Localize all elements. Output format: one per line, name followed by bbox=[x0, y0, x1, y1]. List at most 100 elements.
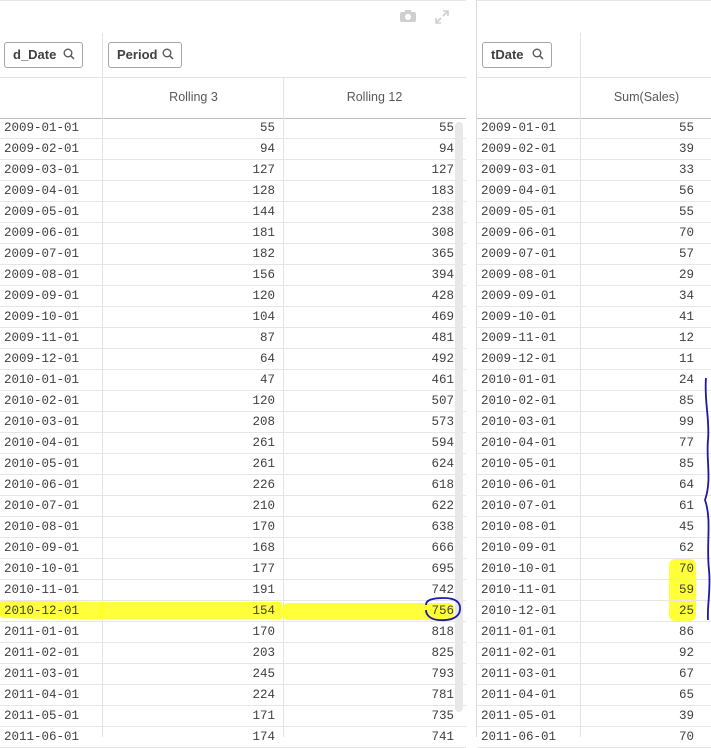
filter-period-button[interactable]: Period bbox=[108, 42, 182, 68]
vertical-scrollbar[interactable] bbox=[455, 122, 463, 712]
rolling-12-cell: 507 bbox=[431, 394, 454, 408]
column-header-rolling-3[interactable]: Rolling 3 bbox=[103, 77, 284, 118]
rolling-12-cell: 492 bbox=[431, 352, 454, 366]
rolling-12-cell: 573 bbox=[431, 415, 454, 429]
table-row[interactable]: 2011-06-01 174 741 bbox=[0, 727, 466, 748]
table-row[interactable]: 2011-05-01 39 bbox=[477, 706, 711, 727]
table-row[interactable]: 2010-07-01 61 bbox=[477, 496, 711, 517]
date-cell: 2011-04-01 bbox=[4, 688, 80, 702]
table-row[interactable]: 2011-01-01 86 bbox=[477, 622, 711, 643]
table-row[interactable]: 2009-06-01 181 308 bbox=[0, 223, 466, 244]
date-cell: 2011-01-01 bbox=[481, 625, 557, 639]
table-row[interactable]: 2010-07-01 210 622 bbox=[0, 496, 466, 517]
table-row[interactable]: 2011-04-01 65 bbox=[477, 685, 711, 706]
table-row[interactable]: 2010-11-01 59 bbox=[477, 580, 711, 601]
table-row[interactable]: 2009-10-01 104 469 bbox=[0, 307, 466, 328]
table-row[interactable]: 2009-09-01 120 428 bbox=[0, 286, 466, 307]
table-row[interactable]: 2010-11-01 191 742 bbox=[0, 580, 466, 601]
date-cell: 2010-03-01 bbox=[481, 415, 557, 429]
table-row[interactable]: 2011-03-01 67 bbox=[477, 664, 711, 685]
table-row[interactable]: 2011-01-01 170 818 bbox=[0, 622, 466, 643]
sum-sales-cell: 39 bbox=[678, 709, 694, 723]
table-row[interactable]: 2009-10-01 41 bbox=[477, 307, 711, 328]
rolling-12-cell: 818 bbox=[431, 625, 454, 639]
table-row[interactable]: 2009-03-01 33 bbox=[477, 160, 711, 181]
table-row[interactable]: 2010-01-01 24 bbox=[477, 370, 711, 391]
table-row[interactable]: 2009-12-01 11 bbox=[477, 349, 711, 370]
table-row[interactable]: 2009-04-01 56 bbox=[477, 181, 711, 202]
sum-sales-cell: 56 bbox=[678, 184, 694, 198]
table-row[interactable]: 2009-11-01 87 481 bbox=[0, 328, 466, 349]
rolling-3-cell: 203 bbox=[252, 646, 275, 660]
rolling-12-cell: 793 bbox=[431, 667, 454, 681]
table-row[interactable]: 2009-12-01 64 492 bbox=[0, 349, 466, 370]
table-row[interactable]: 2010-01-01 47 461 bbox=[0, 370, 466, 391]
table-row[interactable]: 2009-05-01 144 238 bbox=[0, 202, 466, 223]
rolling-12-cell: 781 bbox=[431, 688, 454, 702]
table-row[interactable]: 2010-04-01 77 bbox=[477, 433, 711, 454]
table-row[interactable]: 2010-09-01 62 bbox=[477, 538, 711, 559]
table-row[interactable]: 2009-08-01 156 394 bbox=[0, 265, 466, 286]
table-row[interactable]: 2009-03-01 127 127 bbox=[0, 160, 466, 181]
table-row[interactable]: 2009-05-01 55 bbox=[477, 202, 711, 223]
table-row[interactable]: 2009-02-01 94 94 bbox=[0, 139, 466, 160]
date-cell: 2009-08-01 bbox=[481, 268, 557, 282]
sum-sales-cell: 86 bbox=[678, 625, 694, 639]
filter-d-date-button[interactable]: d_Date bbox=[4, 42, 83, 68]
table-row[interactable]: 2010-02-01 85 bbox=[477, 391, 711, 412]
table-row[interactable]: 2009-08-01 29 bbox=[477, 265, 711, 286]
rolling-3-cell: 170 bbox=[252, 520, 275, 534]
table-row[interactable]: 2010-08-01 45 bbox=[477, 517, 711, 538]
rolling-3-cell: 47 bbox=[259, 373, 275, 387]
column-header-sum-sales[interactable]: Sum(Sales) bbox=[581, 77, 711, 118]
table-row[interactable]: 2010-02-01 120 507 bbox=[0, 391, 466, 412]
date-cell: 2010-05-01 bbox=[481, 457, 557, 471]
table-row[interactable]: 2009-01-01 55 55 bbox=[0, 118, 466, 139]
table-row[interactable]: 2010-03-01 99 bbox=[477, 412, 711, 433]
date-cell: 2010-12-01 bbox=[4, 604, 80, 618]
table-row[interactable]: 2009-01-01 55 bbox=[477, 118, 711, 139]
table-row[interactable]: 2010-06-01 64 bbox=[477, 475, 711, 496]
table-row[interactable]: 2010-06-01 226 618 bbox=[0, 475, 466, 496]
date-cell: 2009-04-01 bbox=[481, 184, 557, 198]
date-cell: 2010-04-01 bbox=[4, 436, 80, 450]
table-row[interactable]: 2009-09-01 34 bbox=[477, 286, 711, 307]
table-row[interactable]: 2010-05-01 261 624 bbox=[0, 454, 466, 475]
camera-icon[interactable] bbox=[399, 9, 417, 25]
table-row[interactable]: 2010-04-01 261 594 bbox=[0, 433, 466, 454]
table-row[interactable]: 2010-09-01 168 666 bbox=[0, 538, 466, 559]
table-row[interactable]: 2010-10-01 177 695 bbox=[0, 559, 466, 580]
column-header-row: Sum(Sales) bbox=[477, 77, 711, 119]
table-row[interactable]: 2009-11-01 12 bbox=[477, 328, 711, 349]
date-cell: 2009-09-01 bbox=[481, 289, 557, 303]
date-cell: 2009-10-01 bbox=[4, 310, 80, 324]
table-row[interactable]: 2009-02-01 39 bbox=[477, 139, 711, 160]
table-row[interactable]: 2011-05-01 171 735 bbox=[0, 706, 466, 727]
table-row[interactable]: 2010-10-01 70 bbox=[477, 559, 711, 580]
sum-sales-cell: 29 bbox=[678, 268, 694, 282]
column-header-rolling-12[interactable]: Rolling 12 bbox=[284, 77, 465, 118]
table-row[interactable]: 2009-07-01 182 365 bbox=[0, 244, 466, 265]
date-cell: 2010-02-01 bbox=[481, 394, 557, 408]
sum-sales-cell: 33 bbox=[678, 163, 694, 177]
date-cell: 2010-09-01 bbox=[481, 541, 557, 555]
table-row[interactable]: 2011-04-01 224 781 bbox=[0, 685, 466, 706]
filter-tdate-button[interactable]: tDate bbox=[482, 42, 552, 68]
table-row[interactable]: 2011-03-01 245 793 bbox=[0, 664, 466, 685]
rolling-12-cell: 735 bbox=[431, 709, 454, 723]
rolling-3-cell: 168 bbox=[252, 541, 275, 555]
table-row[interactable]: 2009-04-01 128 183 bbox=[0, 181, 466, 202]
table-row[interactable]: 2011-02-01 203 825 bbox=[0, 643, 466, 664]
rolling-12-cell: 638 bbox=[431, 520, 454, 534]
table-row[interactable]: 2011-06-01 70 bbox=[477, 727, 711, 748]
table-row[interactable]: 2010-12-01 154 756 bbox=[0, 601, 466, 622]
table-row[interactable]: 2009-06-01 70 bbox=[477, 223, 711, 244]
table-row[interactable]: 2010-08-01 170 638 bbox=[0, 517, 466, 538]
date-cell: 2010-10-01 bbox=[4, 562, 80, 576]
table-row[interactable]: 2009-07-01 57 bbox=[477, 244, 711, 265]
table-row[interactable]: 2011-02-01 92 bbox=[477, 643, 711, 664]
table-row[interactable]: 2010-03-01 208 573 bbox=[0, 412, 466, 433]
table-row[interactable]: 2010-12-01 25 bbox=[477, 601, 711, 622]
expand-icon[interactable] bbox=[433, 9, 451, 25]
table-row[interactable]: 2010-05-01 85 bbox=[477, 454, 711, 475]
